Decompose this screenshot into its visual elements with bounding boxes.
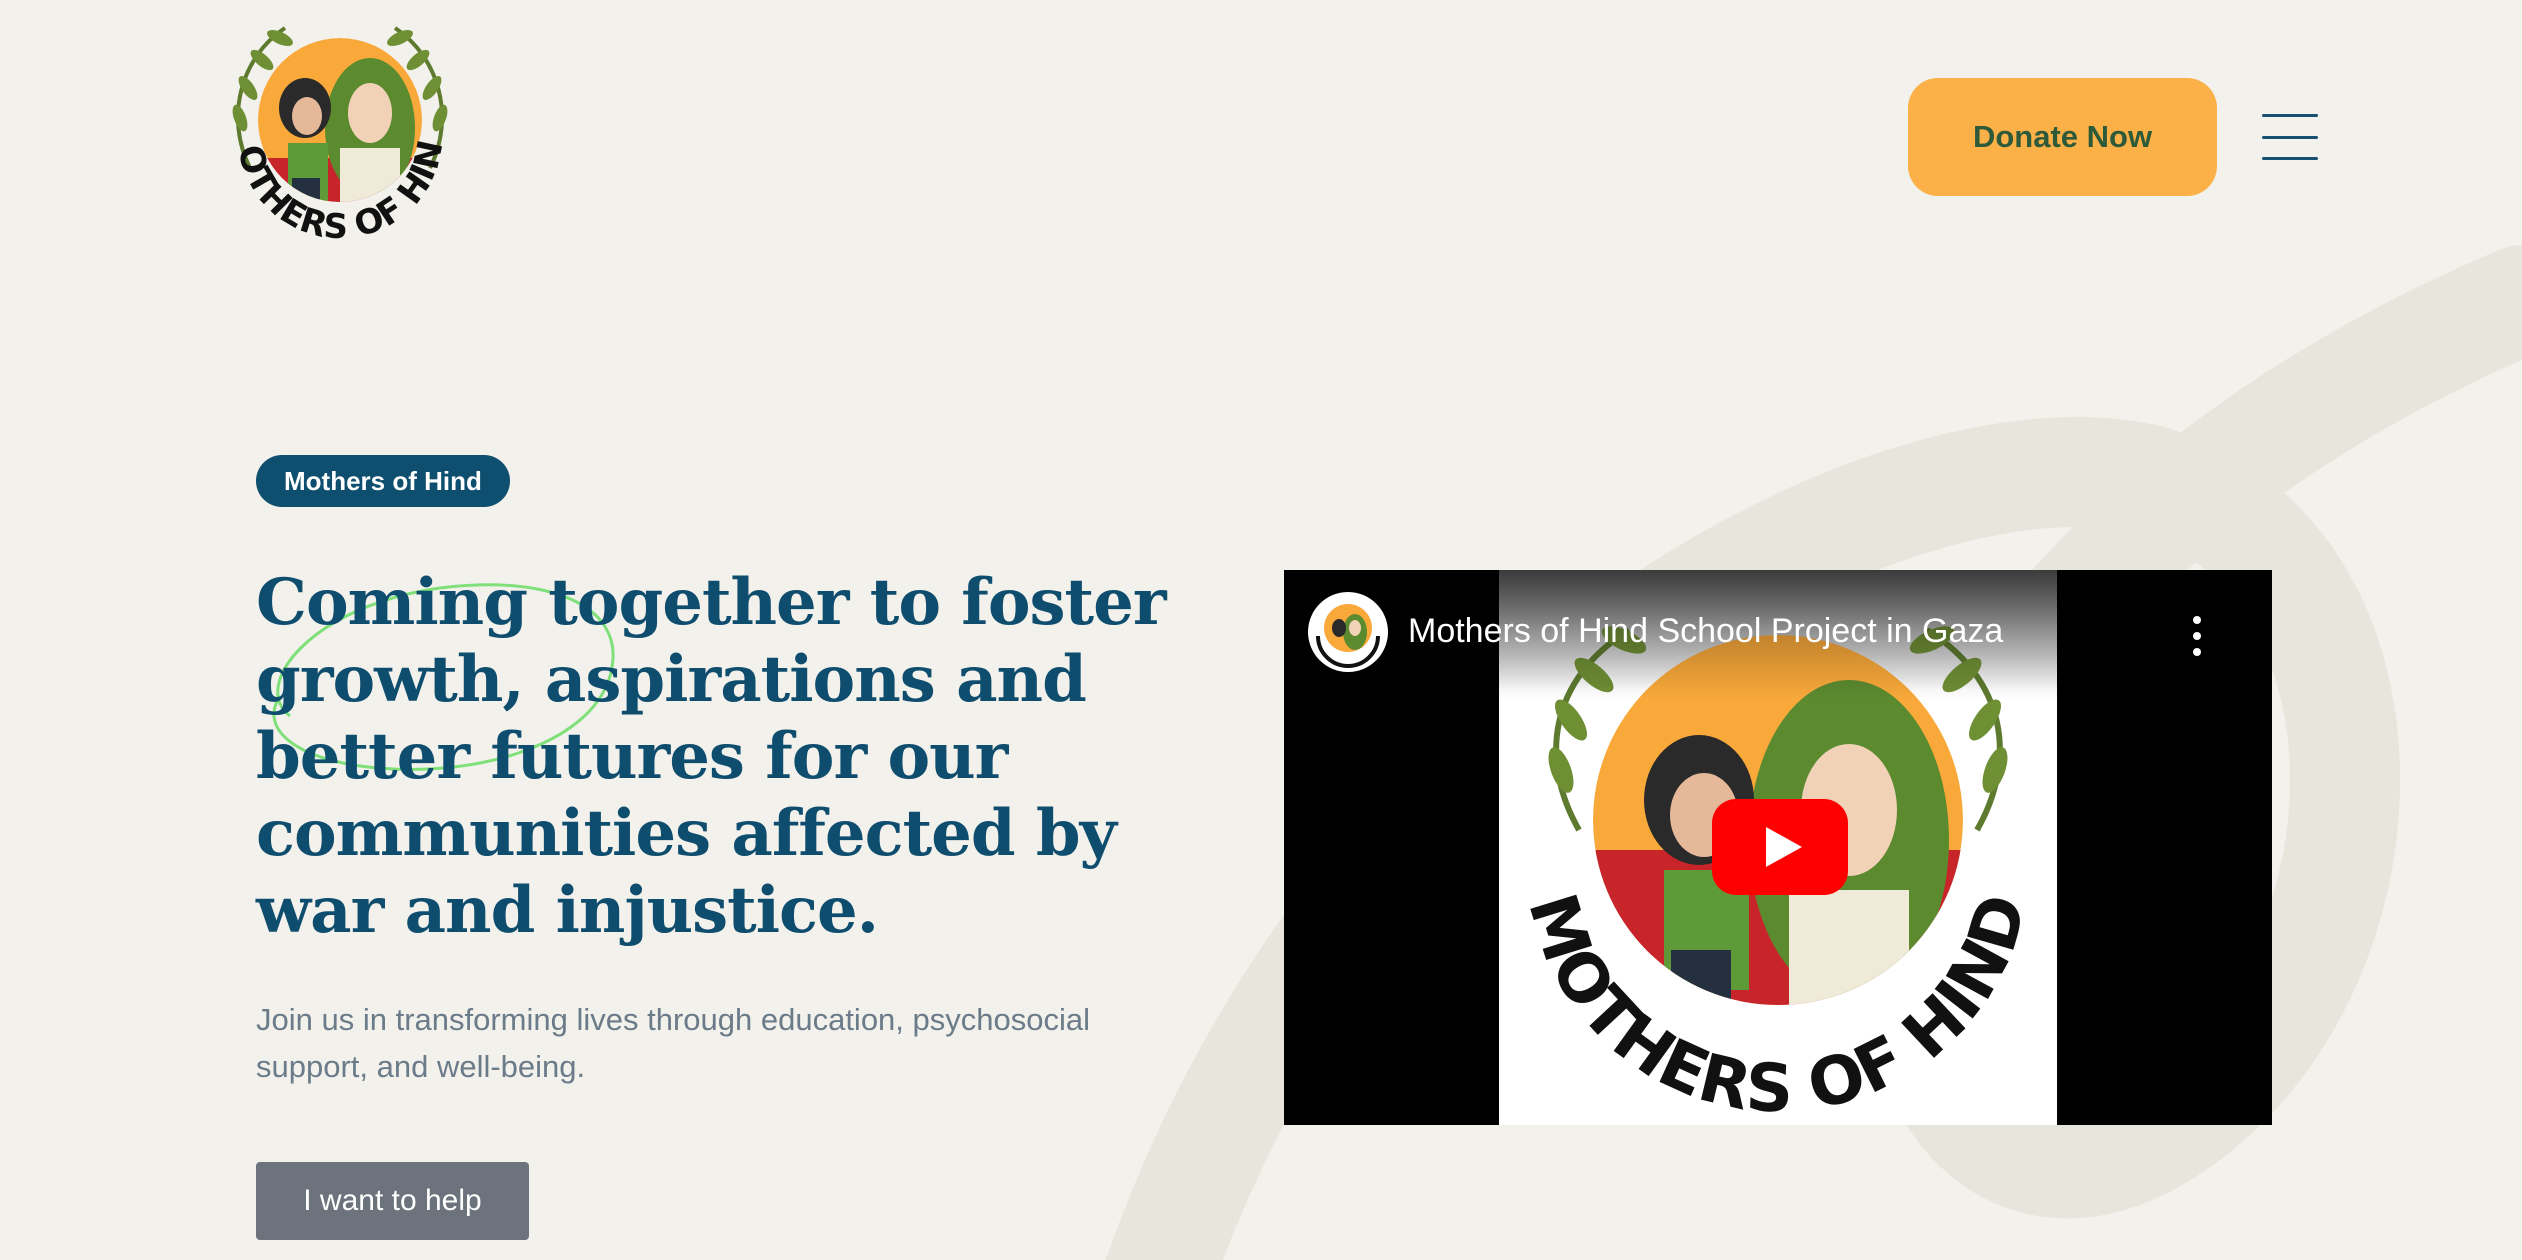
youtube-video-embed[interactable]: MOTHERS OF HIND Mothers of Hind School P… bbox=[1284, 570, 2272, 1125]
headline-line: better futures for our bbox=[256, 719, 1008, 794]
headline-line: war and injustice. bbox=[256, 873, 879, 948]
page: MOTHERS OF HIND Donate Now Mothers of Hi… bbox=[0, 0, 2522, 1260]
hero-badge: Mothers of Hind bbox=[256, 455, 510, 507]
donate-now-button[interactable]: Donate Now bbox=[1908, 78, 2217, 196]
hamburger-menu-icon[interactable] bbox=[2262, 114, 2318, 160]
video-title[interactable]: Mothers of Hind School Project in Gaza bbox=[1408, 612, 2003, 651]
subtext-line: support, and well-being. bbox=[256, 1049, 586, 1084]
headline-line: communities affected by bbox=[256, 796, 1117, 871]
youtube-play-icon[interactable] bbox=[1712, 799, 1848, 895]
i-want-to-help-button[interactable]: I want to help bbox=[256, 1162, 529, 1240]
headline-line: Coming together to foster bbox=[256, 565, 1167, 640]
menu-dot bbox=[2193, 648, 2201, 656]
menu-line bbox=[2262, 157, 2318, 160]
hero-subtext: Join us in transforming lives through ed… bbox=[256, 996, 1186, 1090]
headline-line: growth, aspirations and bbox=[256, 642, 1087, 717]
subtext-line: Join us in transforming lives through ed… bbox=[256, 1002, 1091, 1037]
menu-dot bbox=[2193, 632, 2201, 640]
channel-avatar[interactable] bbox=[1308, 592, 1388, 672]
more-vertical-icon[interactable] bbox=[2189, 616, 2205, 656]
menu-line bbox=[2262, 135, 2318, 139]
mothers-of-hind-logo[interactable]: MOTHERS OF HIND bbox=[193, 0, 470, 268]
menu-dot bbox=[2193, 616, 2201, 624]
menu-line bbox=[2262, 114, 2318, 117]
hero-headline: Coming together to foster growth, aspira… bbox=[256, 564, 1256, 949]
